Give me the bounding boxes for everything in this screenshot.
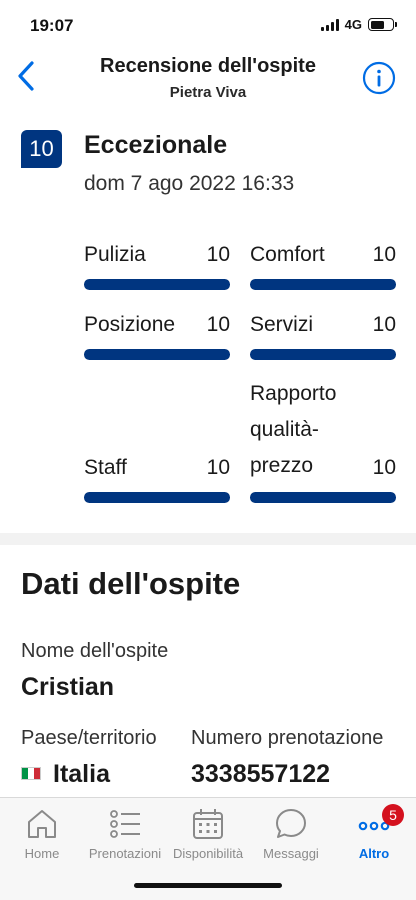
category-value: 10 <box>372 456 396 479</box>
guest-section-title: Dati dell'ospite <box>21 566 241 601</box>
calendar-icon <box>193 809 223 839</box>
booking-number-label: Numero prenotazione <box>191 727 384 749</box>
nav-header: Recensione dell'ospite Pietra Viva <box>0 50 416 110</box>
score-bar <box>250 492 396 503</box>
category-value: 10 <box>372 243 396 266</box>
info-icon <box>362 61 396 95</box>
home-icon <box>28 810 56 838</box>
category-value: 10 <box>372 313 396 336</box>
category-label: Posizione <box>84 313 176 336</box>
score-bar <box>250 349 396 360</box>
review-verdict: Eccezionale <box>84 131 228 159</box>
italy-flag-icon <box>21 766 41 780</box>
list-icon <box>110 810 140 838</box>
section-divider <box>0 533 416 545</box>
page-title: Recensione dell'ospite <box>100 55 316 77</box>
category-value: 10 <box>206 243 230 266</box>
category-label: Servizi <box>250 313 314 336</box>
score-bar <box>84 349 230 360</box>
info-button[interactable] <box>362 61 396 95</box>
home-indicator <box>134 883 282 888</box>
status-indicators: 4G <box>320 17 397 32</box>
category-rapporto-qualita-prezzo: Rapporto qualità- prezzo 10 <box>250 376 396 506</box>
category-label: Pulizia <box>84 243 146 266</box>
tab-prenotazioni[interactable]: Prenotazioni <box>83 806 167 861</box>
tab-bar: Home Prenotazioni Disponibilità Messaggi… <box>0 797 416 900</box>
booking-number-value[interactable]: 3338557122 <box>191 760 330 789</box>
guest-name-label: Nome dell'ospite <box>21 640 169 662</box>
back-button[interactable] <box>6 56 46 96</box>
chat-bubble-icon <box>276 809 306 838</box>
battery-icon <box>368 18 397 31</box>
category-value: 10 <box>206 456 230 479</box>
network-label: 4G <box>344 17 362 32</box>
notification-badge: 5 <box>382 804 404 826</box>
status-time: 19:07 <box>30 16 74 35</box>
tab-disponibilita[interactable]: Disponibilità <box>166 806 250 861</box>
score-bar <box>84 492 230 503</box>
chevron-left-icon <box>18 61 34 91</box>
guest-name-value: Cristian <box>21 673 115 701</box>
category-label: Rapporto qualità- prezzo <box>250 382 337 477</box>
status-bar: 19:07 4G <box>0 0 416 50</box>
category-label: Staff <box>84 456 127 479</box>
country-label: Paese/territorio <box>21 727 157 749</box>
score-bar <box>84 279 230 290</box>
country-value: Italia <box>21 760 110 789</box>
tab-messaggi[interactable]: Messaggi <box>249 806 333 861</box>
tab-home[interactable]: Home <box>0 806 84 861</box>
signal-icon <box>320 18 339 31</box>
property-name: Pietra Viva <box>169 84 247 101</box>
category-value: 10 <box>206 313 230 336</box>
review-date: dom 7 ago 2022 16:33 <box>84 172 295 195</box>
category-label: Comfort <box>250 243 325 266</box>
tab-altro[interactable]: 5 Altro <box>332 804 416 861</box>
score-bar <box>250 279 396 290</box>
score-badge: 10 <box>21 130 62 168</box>
